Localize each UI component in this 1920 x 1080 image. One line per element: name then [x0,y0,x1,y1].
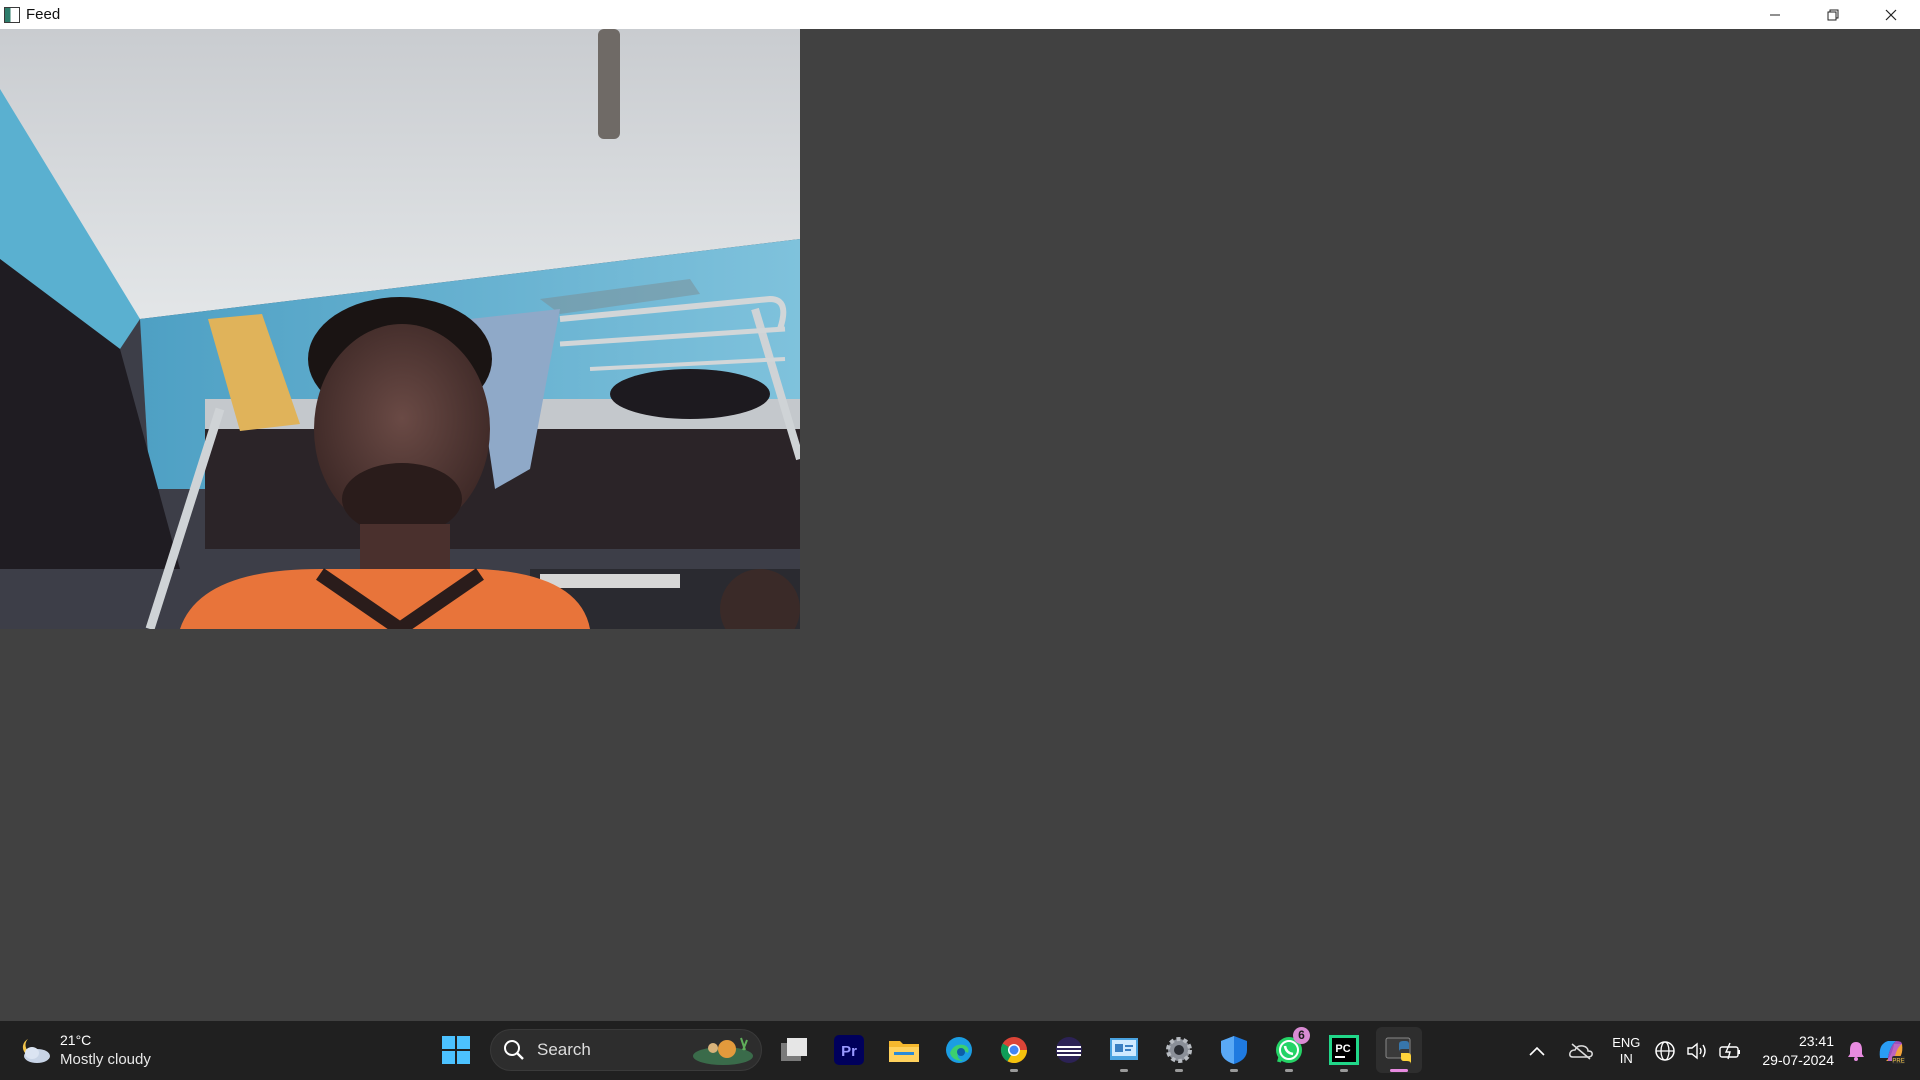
partly-cloudy-night-icon [22,1039,50,1063]
folder-icon [889,1041,919,1062]
eclipse-icon [1056,1037,1082,1063]
premiere-pro-button[interactable]: Pr [826,1027,872,1073]
svg-text:Pr: Pr [841,1043,857,1060]
eclipse-button[interactable] [1046,1027,1092,1073]
battery-charging-icon [1719,1042,1741,1059]
onedrive-offline-icon [1569,1042,1594,1060]
running-indicator [1120,1069,1128,1072]
taskbar-apps: Search Pr 6 PC [433,1027,1431,1073]
clock-time: 23:41 [1798,1032,1834,1049]
restore-icon [1827,9,1839,20]
premiere-pro-icon: Pr [834,1035,864,1065]
edge-button[interactable] [936,1027,982,1073]
taskbar: 21°C Mostly cloudy Search Pr 6 PC ENG IN… [0,1021,1920,1080]
running-indicator [1340,1069,1348,1072]
notifications-button[interactable] [1846,1040,1866,1062]
weather-condition: Mostly cloudy [60,1051,151,1068]
language-region: IN [1619,1050,1633,1066]
pycharm-icon: PC [1329,1035,1359,1065]
network-button[interactable] [1654,1040,1676,1062]
running-indicator [1175,1069,1183,1072]
chrome-icon [1000,1037,1028,1064]
running-indicator [1230,1069,1238,1072]
control-panel-icon [1110,1038,1138,1060]
settings-button[interactable] [1156,1027,1202,1073]
chrome-button[interactable] [991,1027,1037,1073]
svg-text:PRE: PRE [1892,1058,1904,1064]
python-button[interactable] [1376,1027,1422,1073]
search-label: Search [537,1040,591,1059]
file-explorer-button[interactable] [881,1027,927,1073]
bell-icon [1848,1041,1864,1061]
svg-text:PC: PC [1335,1043,1350,1055]
app-window-icon [4,6,20,23]
pycharm-button[interactable]: PC [1321,1027,1367,1073]
weather-widget[interactable]: 21°C Mostly cloudy [18,1031,151,1069]
windows-logo-icon [442,1036,470,1064]
clock-date: 29-07-2024 [1762,1051,1834,1068]
search-highlight-illustration-icon [693,1037,753,1065]
shield-icon [1221,1036,1247,1064]
show-hidden-icons-button[interactable] [1528,1045,1546,1057]
defender-button[interactable] [1211,1027,1257,1073]
camera-feed-image [0,29,800,629]
speaker-icon [1687,1042,1707,1059]
window-controls [1746,0,1920,29]
language-code: ENG [1612,1034,1641,1050]
window-title: Feed [26,6,61,23]
chevron-up-icon [1529,1046,1545,1056]
running-indicator [1285,1069,1293,1072]
start-button[interactable] [433,1027,479,1073]
minimize-icon [1770,14,1780,15]
copilot-icon: PRE [1879,1040,1905,1064]
search-icon [504,1040,524,1060]
feed-window-content [0,29,1920,1021]
globe-icon [1655,1040,1676,1061]
task-view-button[interactable] [771,1027,817,1073]
system-tray: ENG IN 23:41 29-07-2024 PRE [1528,1021,1920,1080]
weather-temperature: 21°C [60,1032,92,1048]
task-view-icon [781,1038,807,1061]
copilot-button[interactable]: PRE [1876,1036,1906,1066]
taskbar-search-box[interactable]: Search [490,1029,762,1071]
battery-button[interactable] [1718,1042,1742,1060]
minimize-button[interactable] [1746,0,1804,29]
active-window-indicator [1390,1069,1408,1072]
running-indicator [1010,1069,1018,1072]
close-icon [1885,9,1897,20]
gear-icon [1166,1037,1192,1063]
window-title-bar[interactable]: Feed [0,0,1920,29]
onedrive-button[interactable] [1568,1042,1594,1060]
edge-icon [946,1037,972,1063]
notification-badge: 6 [1293,1027,1310,1044]
input-language-indicator[interactable]: ENG IN [1612,1035,1640,1067]
control-panel-button[interactable] [1101,1027,1147,1073]
restore-button[interactable] [1804,0,1862,29]
taskbar-clock[interactable]: 23:41 29-07-2024 [1762,1032,1834,1070]
python-icon [1385,1037,1411,1064]
whatsapp-button[interactable]: 6 [1266,1027,1312,1073]
close-button[interactable] [1862,0,1920,29]
volume-button[interactable] [1686,1041,1708,1061]
